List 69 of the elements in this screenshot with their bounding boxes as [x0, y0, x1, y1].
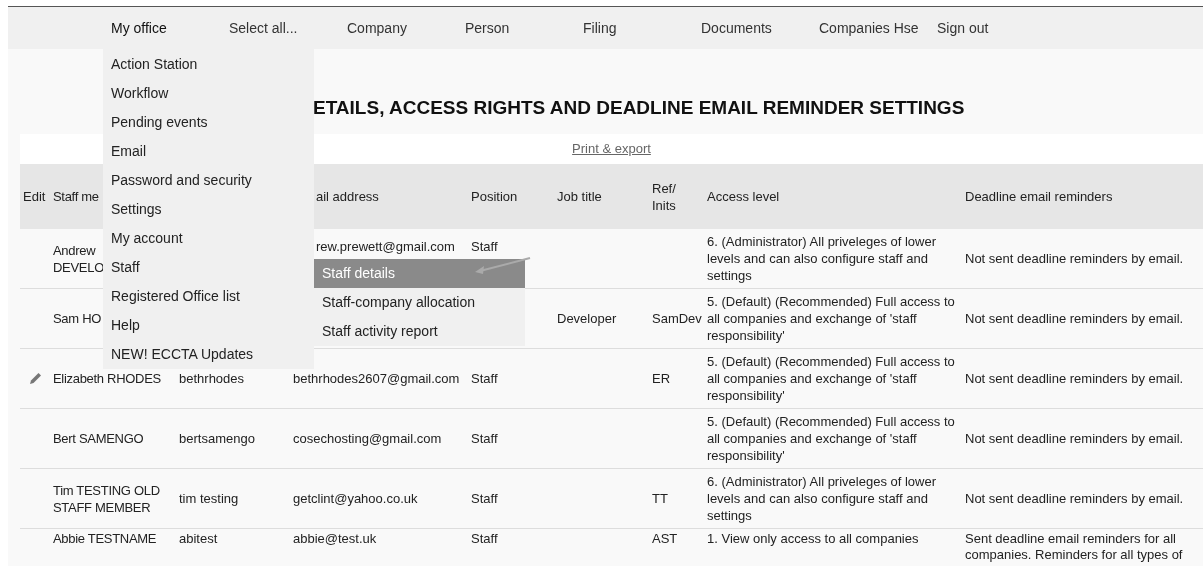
table-cell: bertsamengo	[179, 430, 255, 447]
table-cell: Staff	[471, 490, 498, 507]
table-cell: Not sent deadline reminders by email.	[965, 370, 1184, 387]
column-header: Position	[471, 188, 518, 205]
nav-link[interactable]: Filing	[583, 17, 701, 39]
column-header: Edit	[23, 188, 46, 205]
submenu-item[interactable]: Staff activity report	[314, 317, 525, 346]
column-header: Staff me	[53, 188, 99, 205]
table-cell: Not sent deadline reminders by email.	[965, 490, 1184, 507]
table-cell: cosechosting@gmail.com	[293, 430, 442, 447]
table-cell: abbie@test.uk	[293, 531, 377, 547]
table-cell-text: 6. (Administrator) All priveleges of lower levels and can also configure staff and settings	[707, 233, 938, 284]
nav-link[interactable]: My office	[111, 17, 229, 39]
nav-link[interactable]: Documents	[701, 17, 819, 39]
staff-name: Sam HO	[53, 310, 102, 327]
table-cell: 5. (Default) (Recommended) Full access to all companies and exchange of 'staff responsibility'	[707, 293, 956, 344]
table-cell: SamDev	[652, 310, 702, 327]
nav-link[interactable]: Company	[347, 17, 465, 39]
table-cell: tim testing	[179, 490, 239, 507]
nav-link[interactable]: Select all...	[229, 17, 347, 39]
column-header: Access level	[707, 188, 780, 205]
table-cell: 1. View only access to all companies	[707, 531, 919, 547]
menu-item[interactable]: My account	[103, 224, 314, 253]
nav-link[interactable]: Companies Hse	[819, 17, 937, 39]
table-cell: Staff	[471, 430, 498, 447]
table-cell: ER	[652, 370, 671, 387]
print-export-link[interactable]: Print & export	[572, 139, 651, 159]
menu-item[interactable]: Email	[103, 137, 314, 166]
staff-name: Bert SAMENGO	[53, 430, 144, 447]
menu-item[interactable]: Help	[103, 311, 314, 340]
page-title: ETAILS, ACCESS RIGHTS AND DEADLINE EMAIL REMINDER SETTINGS	[313, 95, 965, 120]
menu-item[interactable]: Registered Office list	[103, 282, 314, 311]
nav-link[interactable]: Sign out	[937, 17, 989, 39]
table-cell: bethrhodes2607@gmail.com	[293, 370, 460, 387]
table-cell-text: Sent deadline email reminders for all companies. Reminders for all types of	[965, 531, 1184, 563]
menu-item[interactable]: Settings	[103, 195, 314, 224]
column-header: ail address	[316, 188, 379, 205]
menu-item[interactable]: NEW! ECCTA Updates	[103, 340, 314, 369]
staff-name: Andrew DEVELO	[53, 241, 104, 276]
submenu-item[interactable]: Staff-company allocation	[314, 288, 525, 317]
table-cell: bethrhodes	[179, 370, 245, 387]
table-cell: Staff	[471, 370, 498, 387]
column-header: Deadline email reminders	[965, 188, 1113, 205]
menu-item[interactable]: Password and security	[103, 166, 314, 195]
table-cell: abitest	[179, 531, 218, 547]
menu-item[interactable]: Workflow	[103, 79, 314, 108]
menu-item[interactable]: Action Station	[103, 50, 314, 79]
menu-item[interactable]: Pending events	[103, 108, 314, 137]
table-cell: Not sent deadline reminders by email.	[965, 310, 1184, 327]
table-cell: Staff	[471, 238, 498, 255]
table-cell: 5. (Default) (Recommended) Full access to all companies and exchange of 'staff responsibility'	[707, 413, 956, 464]
nav-link[interactable]: Person	[465, 17, 583, 39]
staff-name: Tim TESTING OLD STAFF MEMBER	[53, 481, 160, 516]
table-cell: Staff	[471, 531, 498, 547]
table-cell: 5. (Default) (Recommended) Full access to all companies and exchange of 'staff responsibility'	[707, 353, 956, 404]
table-cell: rew.prewett@gmail.com	[316, 238, 455, 255]
table-cell: TT	[652, 490, 668, 507]
column-header: Job title	[557, 188, 602, 205]
table-cell: Not sent deadline reminders by email.	[965, 250, 1184, 267]
table-cell-text: 6. (Administrator) All priveleges of lower levels and can also configure staff and settings	[707, 473, 938, 524]
menu-item[interactable]: Staff	[103, 253, 314, 282]
pencil-icon[interactable]	[29, 372, 42, 385]
staff-name: Elizabeth RHODES	[53, 370, 161, 387]
staff-name: Abbie TESTNAME	[53, 531, 157, 547]
table-cell: Not sent deadline reminders by email.	[965, 430, 1184, 447]
table-cell: getclint@yahoo.co.uk	[293, 490, 418, 507]
table-cell: AST	[652, 531, 678, 547]
table-cell: Developer	[557, 310, 617, 327]
column-header: Ref/ Inits	[652, 179, 676, 214]
